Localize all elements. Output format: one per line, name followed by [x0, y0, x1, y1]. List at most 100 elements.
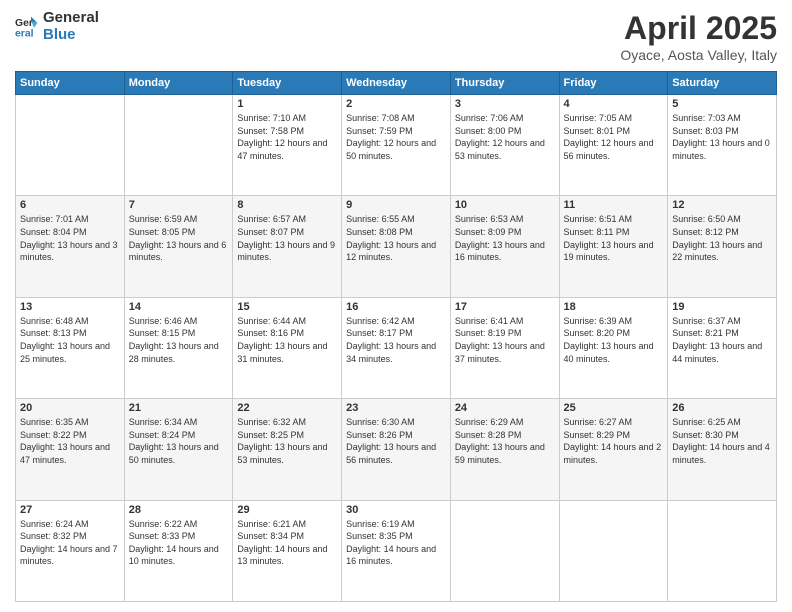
day-number: 14 — [129, 301, 229, 313]
calendar-cell: 10 Sunrise: 6:53 AM Sunset: 8:09 PM Dayli… — [450, 196, 559, 297]
day-number: 20 — [20, 402, 120, 414]
day-number: 25 — [564, 402, 664, 414]
day-info: Sunrise: 6:35 AM Sunset: 8:22 PM Dayligh… — [20, 416, 120, 466]
calendar-cell: 9 Sunrise: 6:55 AM Sunset: 8:08 PM Daylig… — [342, 196, 451, 297]
day-info: Sunrise: 6:48 AM Sunset: 8:13 PM Dayligh… — [20, 315, 120, 365]
logo-icon: Gen eral — [15, 15, 39, 39]
day-number: 30 — [346, 504, 446, 516]
day-info: Sunrise: 6:55 AM Sunset: 8:08 PM Dayligh… — [346, 213, 446, 263]
day-info: Sunrise: 6:30 AM Sunset: 8:26 PM Dayligh… — [346, 416, 446, 466]
logo: Gen eral General Blue — [15, 10, 99, 43]
day-info: Sunrise: 6:53 AM Sunset: 8:09 PM Dayligh… — [455, 213, 555, 263]
day-number: 21 — [129, 402, 229, 414]
week-row-2: 6 Sunrise: 7:01 AM Sunset: 8:04 PM Daylig… — [16, 196, 777, 297]
day-number: 4 — [564, 98, 664, 110]
day-info: Sunrise: 6:34 AM Sunset: 8:24 PM Dayligh… — [129, 416, 229, 466]
day-info: Sunrise: 7:05 AM Sunset: 8:01 PM Dayligh… — [564, 112, 664, 162]
day-info: Sunrise: 6:46 AM Sunset: 8:15 PM Dayligh… — [129, 315, 229, 365]
calendar-cell: 7Sunrise: 6:59 AM Sunset: 8:05 PM Daylig… — [124, 196, 233, 297]
calendar-cell: 30 Sunrise: 6:19 AM Sunset: 8:35 PM Dayli… — [342, 500, 451, 601]
calendar-cell: 21 Sunrise: 6:34 AM Sunset: 8:24 PM Dayli… — [124, 399, 233, 500]
calendar-cell: 3 Sunrise: 7:06 AM Sunset: 8:00 PM Daylig… — [450, 95, 559, 196]
day-number: 12 — [672, 199, 772, 211]
calendar-cell — [124, 95, 233, 196]
day-info: Sunrise: 7:06 AM Sunset: 8:00 PM Dayligh… — [455, 112, 555, 162]
day-number: 18 — [564, 301, 664, 313]
calendar-title: April 2025 — [620, 10, 777, 47]
day-number: 29 — [237, 504, 337, 516]
calendar-cell — [450, 500, 559, 601]
calendar-cell: 28 Sunrise: 6:22 AM Sunset: 8:33 PM Dayli… — [124, 500, 233, 601]
logo-text: General Blue — [43, 10, 99, 43]
day-number: 6 — [20, 199, 120, 211]
calendar-subtitle: Oyace, Aosta Valley, Italy — [620, 47, 777, 63]
header-thursday: Thursday — [450, 72, 559, 95]
day-number: 9 — [346, 199, 446, 211]
calendar-cell: 4 Sunrise: 7:05 AM Sunset: 8:01 PM Daylig… — [559, 95, 668, 196]
calendar-cell: 16Sunrise: 6:42 AM Sunset: 8:17 PM Dayli… — [342, 297, 451, 398]
day-info: Sunrise: 6:27 AM Sunset: 8:29 PM Dayligh… — [564, 416, 664, 466]
calendar-cell — [16, 95, 125, 196]
day-info: Sunrise: 6:44 AM Sunset: 8:16 PM Dayligh… — [237, 315, 337, 365]
calendar-cell — [668, 500, 777, 601]
week-row-4: 20 Sunrise: 6:35 AM Sunset: 8:22 PM Dayli… — [16, 399, 777, 500]
day-number: 24 — [455, 402, 555, 414]
day-info: Sunrise: 7:08 AM Sunset: 7:59 PM Dayligh… — [346, 112, 446, 162]
day-info: Sunrise: 6:57 AM Sunset: 8:07 PM Dayligh… — [237, 213, 337, 263]
calendar-cell: 2 Sunrise: 7:08 AM Sunset: 7:59 PM Daylig… — [342, 95, 451, 196]
day-info: Sunrise: 6:24 AM Sunset: 8:32 PM Dayligh… — [20, 518, 120, 568]
svg-text:eral: eral — [15, 28, 34, 38]
calendar-cell: 25 Sunrise: 6:27 AM Sunset: 8:29 PM Dayli… — [559, 399, 668, 500]
header-wednesday: Wednesday — [342, 72, 451, 95]
day-number: 15 — [237, 301, 337, 313]
day-number: 13 — [20, 301, 120, 313]
day-info: Sunrise: 6:59 AM Sunset: 8:05 PM Dayligh… — [129, 213, 229, 263]
day-info: Sunrise: 6:39 AM Sunset: 8:20 PM Dayligh… — [564, 315, 664, 365]
day-number: 28 — [129, 504, 229, 516]
calendar-cell: 13 Sunrise: 6:48 AM Sunset: 8:13 PM Dayli… — [16, 297, 125, 398]
page: Gen eral General Blue April 2025 Oyace, … — [0, 0, 792, 612]
calendar-cell: 19 Sunrise: 6:37 AM Sunset: 8:21 PM Dayli… — [668, 297, 777, 398]
calendar-cell: 29Sunrise: 6:21 AM Sunset: 8:34 PM Dayli… — [233, 500, 342, 601]
calendar-table: SundayMondayTuesdayWednesdayThursdayFrid… — [15, 71, 777, 602]
header-monday: Monday — [124, 72, 233, 95]
day-info: Sunrise: 7:10 AM Sunset: 7:58 PM Dayligh… — [237, 112, 337, 162]
day-number: 26 — [672, 402, 772, 414]
header: Gen eral General Blue April 2025 Oyace, … — [15, 10, 777, 63]
calendar-cell: 23 Sunrise: 6:30 AM Sunset: 8:26 PM Dayli… — [342, 399, 451, 500]
calendar-cell: 24 Sunrise: 6:29 AM Sunset: 8:28 PM Dayli… — [450, 399, 559, 500]
calendar-cell: 17Sunrise: 6:41 AM Sunset: 8:19 PM Dayli… — [450, 297, 559, 398]
day-number: 10 — [455, 199, 555, 211]
day-info: Sunrise: 6:32 AM Sunset: 8:25 PM Dayligh… — [237, 416, 337, 466]
calendar-cell: 11Sunrise: 6:51 AM Sunset: 8:11 PM Dayli… — [559, 196, 668, 297]
header-saturday: Saturday — [668, 72, 777, 95]
header-tuesday: Tuesday — [233, 72, 342, 95]
header-sunday: Sunday — [16, 72, 125, 95]
day-info: Sunrise: 7:01 AM Sunset: 8:04 PM Dayligh… — [20, 213, 120, 263]
week-row-5: 27 Sunrise: 6:24 AM Sunset: 8:32 PM Dayli… — [16, 500, 777, 601]
calendar-cell: 22 Sunrise: 6:32 AM Sunset: 8:25 PM Dayli… — [233, 399, 342, 500]
week-row-1: 1 Sunrise: 7:10 AM Sunset: 7:58 PM Daylig… — [16, 95, 777, 196]
calendar-cell: 5Sunrise: 7:03 AM Sunset: 8:03 PM Daylig… — [668, 95, 777, 196]
day-number: 1 — [237, 98, 337, 110]
day-info: Sunrise: 6:25 AM Sunset: 8:30 PM Dayligh… — [672, 416, 772, 466]
day-number: 19 — [672, 301, 772, 313]
day-number: 5 — [672, 98, 772, 110]
title-block: April 2025 Oyace, Aosta Valley, Italy — [620, 10, 777, 63]
header-friday: Friday — [559, 72, 668, 95]
day-info: Sunrise: 6:22 AM Sunset: 8:33 PM Dayligh… — [129, 518, 229, 568]
day-info: Sunrise: 6:29 AM Sunset: 8:28 PM Dayligh… — [455, 416, 555, 466]
day-number: 2 — [346, 98, 446, 110]
calendar-cell: 14 Sunrise: 6:46 AM Sunset: 8:15 PM Dayli… — [124, 297, 233, 398]
day-number: 23 — [346, 402, 446, 414]
calendar-cell: 26 Sunrise: 6:25 AM Sunset: 8:30 PM Dayli… — [668, 399, 777, 500]
day-number: 3 — [455, 98, 555, 110]
day-number: 27 — [20, 504, 120, 516]
calendar-cell: 20 Sunrise: 6:35 AM Sunset: 8:22 PM Dayli… — [16, 399, 125, 500]
day-info: Sunrise: 6:42 AM Sunset: 8:17 PM Dayligh… — [346, 315, 446, 365]
day-number: 8 — [237, 199, 337, 211]
day-info: Sunrise: 6:37 AM Sunset: 8:21 PM Dayligh… — [672, 315, 772, 365]
day-info: Sunrise: 6:19 AM Sunset: 8:35 PM Dayligh… — [346, 518, 446, 568]
calendar-cell: 27 Sunrise: 6:24 AM Sunset: 8:32 PM Dayli… — [16, 500, 125, 601]
day-number: 22 — [237, 402, 337, 414]
